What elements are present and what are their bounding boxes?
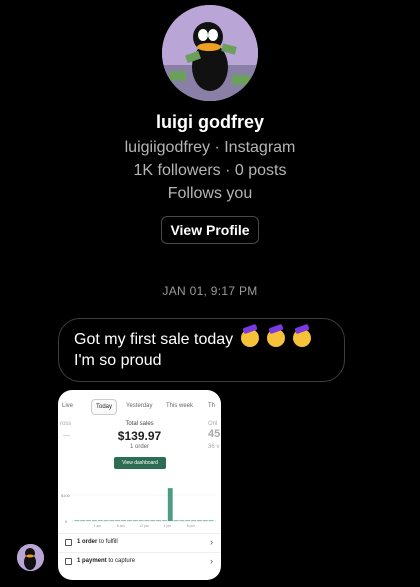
tab-this-week[interactable]: This week [166,399,193,413]
chart-bar [80,520,86,521]
online-label-clipped: Onl [208,421,218,427]
message-text-line2: I'm so proud [74,352,162,369]
chart-bar [97,520,103,521]
payment-to-capture-row[interactable]: 1 payment to capture › [58,552,221,571]
chart-bar [86,520,91,521]
message-timestamp: JAN 01, 9:17 PM [162,284,258,298]
chart-bar [132,520,138,521]
y-tick-0: 0 [65,519,68,524]
chart-bar [202,520,208,521]
orders-to-fulfill-text: to fulfill [97,539,118,545]
x-tick-label: 12 pm [139,524,149,528]
view-profile-button[interactable]: View Profile [161,216,259,244]
online-sub-clipped: 36 v [208,444,220,450]
chart-bar [74,520,80,521]
orders-to-fulfill-row[interactable]: 1 order to fulfill › [58,533,221,552]
message-text-line1: Got my first sale today [74,331,234,348]
chart-bar [109,520,115,521]
profile-avatar[interactable] [162,5,258,101]
orders-count: 1 order [129,444,149,450]
view-dashboard-button[interactable]: View dashboard [114,457,166,469]
daffy-duck-avatar-image [17,544,44,571]
chart-bar [191,520,196,521]
total-sales-value: $139.97 [117,429,162,443]
chart-bar [103,520,109,521]
chart-bar [92,520,97,521]
profile-name: luigi godfrey [156,112,264,132]
chart-bar [197,520,202,521]
chevron-right-icon: › [210,556,213,566]
chart-bar [179,520,185,521]
orders-to-fulfill-count: 1 order [77,539,98,545]
party-face-emoji [293,329,312,347]
total-sales-label: Total sales [125,421,154,427]
x-tick-label: 8 pm [187,524,195,528]
inbox-icon [65,539,72,546]
x-tick-label: 4 pm [163,524,171,528]
sales-bar-chart: $100 0 4 am 8 am 12 pm 4 pm 8 pm [61,488,216,528]
tab-live[interactable]: Live [62,399,73,413]
profile-stats: 1K followers · 0 posts [133,162,287,179]
image-attachment[interactable]: Live Today Yesterday This week Th ross —… [58,390,221,580]
profile-handle: luigiigodfrey · Instagram [124,139,296,156]
party-face-emoji [241,329,260,347]
daffy-duck-avatar-image [162,5,258,101]
follows-you-label: Follows you [167,185,253,202]
payment-to-capture-count: 1 payment [77,558,107,564]
online-value-clipped: 45 [208,428,221,440]
payment-icon [65,558,72,565]
tab-yesterday[interactable]: Yesterday [126,399,152,413]
y-tick-100: $100 [61,493,71,498]
message-bubble[interactable]: Got my first sale today I'm so proud [58,318,345,382]
chart-bar [208,520,214,521]
date-tabs: Live Today Yesterday This week Th [58,399,221,415]
chart-bar [173,520,179,521]
chevron-right-icon: › [210,537,213,547]
chart-bar [162,520,167,521]
tab-truncated[interactable]: Th [208,399,215,413]
tab-today[interactable]: Today [91,399,118,415]
chart-bar [127,520,132,521]
chart-bar [185,520,191,521]
sender-avatar[interactable] [17,544,44,571]
x-tick-label: 8 am [117,524,125,528]
chart-bar [115,520,121,521]
x-tick-label: 4 am [93,524,101,528]
party-face-emoji [267,329,286,347]
chart-bar [144,520,150,521]
chart-bar [156,520,161,521]
chart-bar [150,520,156,521]
chart-bar [121,520,126,521]
payment-to-capture-text: to capture [106,558,136,564]
chart-bar [138,520,144,521]
chart-bar [167,488,173,521]
